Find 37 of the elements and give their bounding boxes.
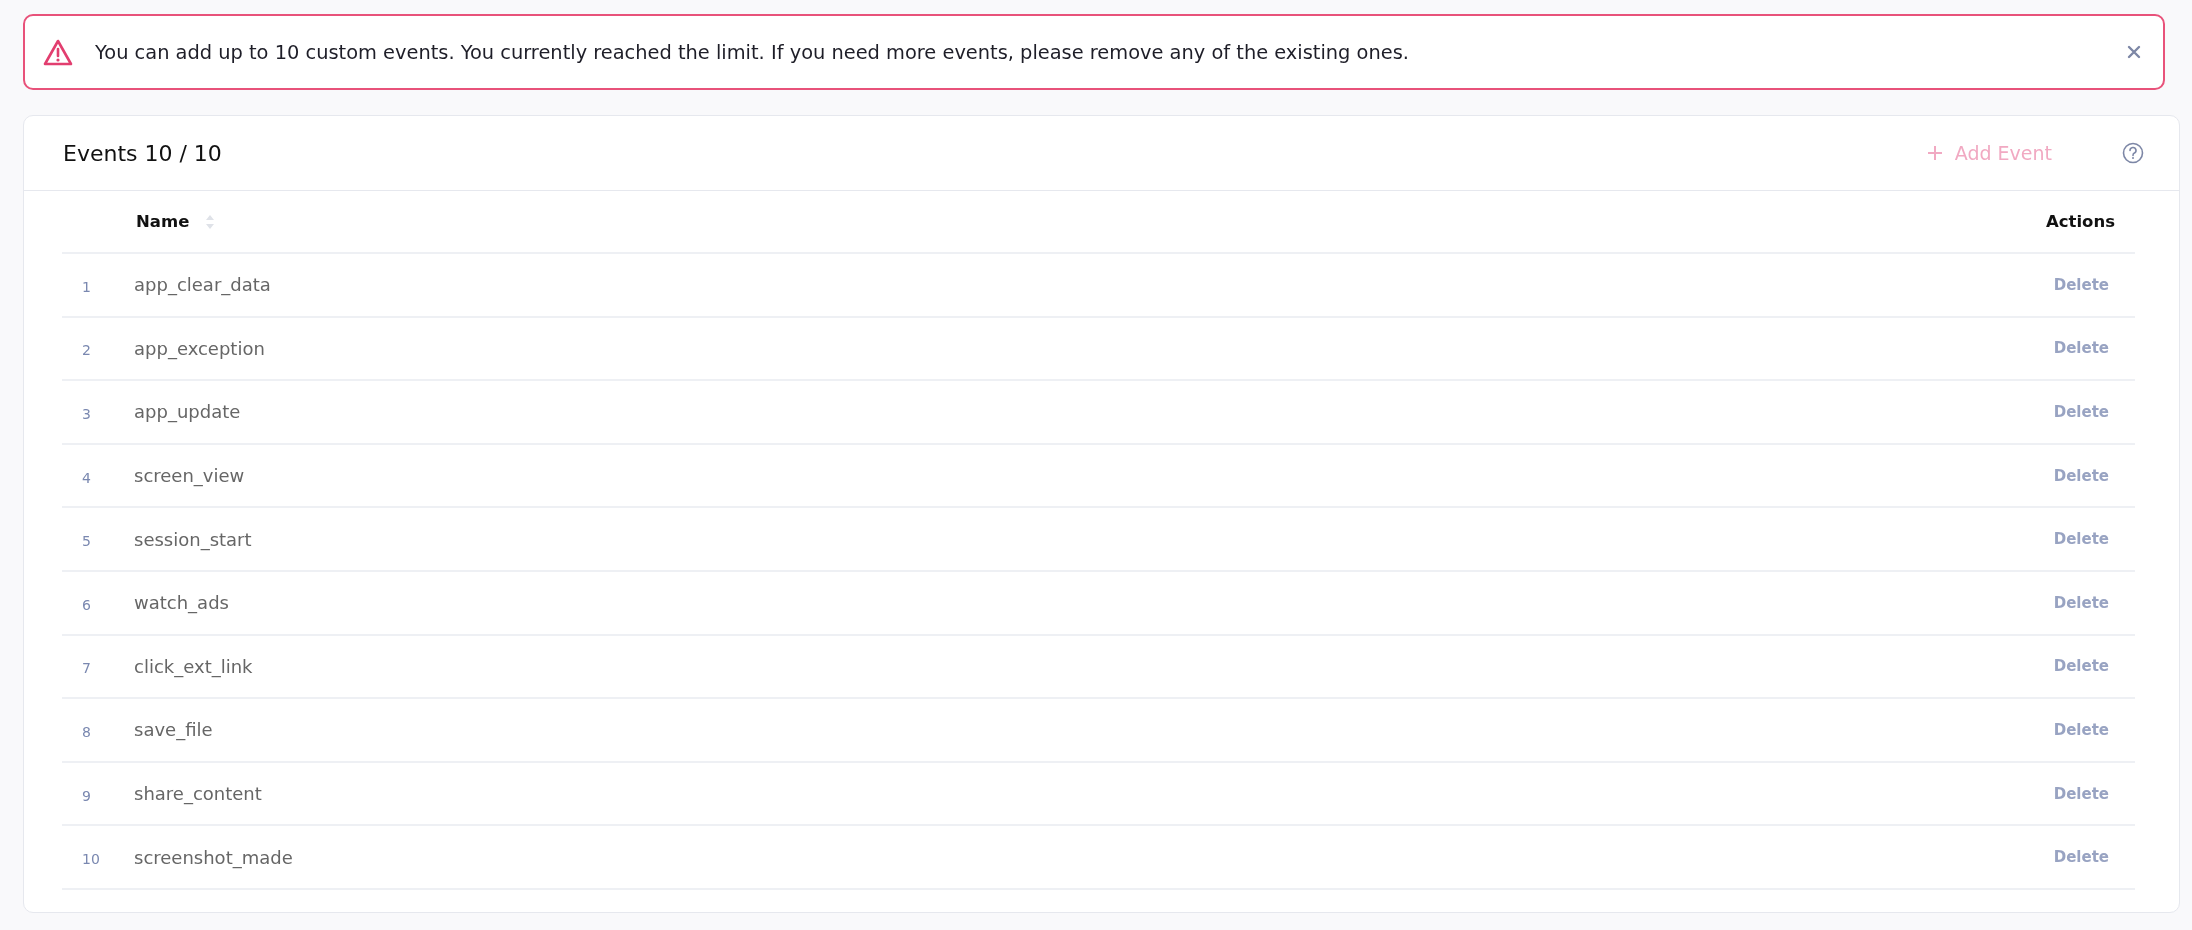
event-name: app_clear_data (134, 274, 272, 296)
column-header: Actions (2046, 212, 2115, 231)
panel-title: Events 10 / 10 (63, 140, 223, 166)
event-name: screenshot_made (134, 846, 294, 868)
delete-link[interactable]: Delete (2053, 848, 2109, 867)
alert-message: You can add up to 10 custom events. You currently reached the limit. If you need more events, please remove any of the existing ones. (95, 40, 1410, 64)
delete-link[interactable]: Delete (2053, 530, 2109, 549)
warning-icon (43, 38, 73, 66)
event-name: session_start (134, 528, 253, 550)
delete-link[interactable]: Delete (2053, 275, 2109, 294)
row-number: 4 (81, 468, 92, 486)
event-name: app_exception (134, 337, 266, 359)
row-number: 3 (81, 405, 92, 422)
help-icon[interactable] (2122, 142, 2144, 164)
event-name: click_ext_link (134, 655, 254, 677)
row-number: 2 (81, 341, 92, 359)
row-number: 8 (81, 722, 92, 740)
delete-link[interactable]: Delete (2053, 657, 2109, 676)
delete-link[interactable]: Delete (2053, 720, 2109, 739)
event-name: app_update (134, 401, 242, 423)
event-name: save_file (134, 719, 214, 741)
event-name: share_content (134, 783, 263, 805)
row-number: 6 (81, 595, 92, 613)
event-name: screen_view (134, 465, 246, 487)
row-number: 7 (81, 659, 92, 677)
delete-link[interactable]: Delete (2053, 466, 2109, 485)
delete-link[interactable]: Delete (2053, 403, 2109, 421)
row-number: 9 (81, 786, 92, 804)
event-name: watch_ads (134, 592, 230, 614)
column-header[interactable]: Name (136, 212, 190, 231)
delete-link[interactable]: Delete (2053, 593, 2109, 612)
delete-link[interactable]: Delete (2053, 784, 2109, 803)
row-number: 1 (81, 277, 92, 295)
row-number: 5 (81, 532, 92, 550)
delete-link[interactable]: Delete (2053, 339, 2109, 358)
plus-icon (1926, 145, 1943, 161)
row-number: 10 (81, 850, 101, 868)
